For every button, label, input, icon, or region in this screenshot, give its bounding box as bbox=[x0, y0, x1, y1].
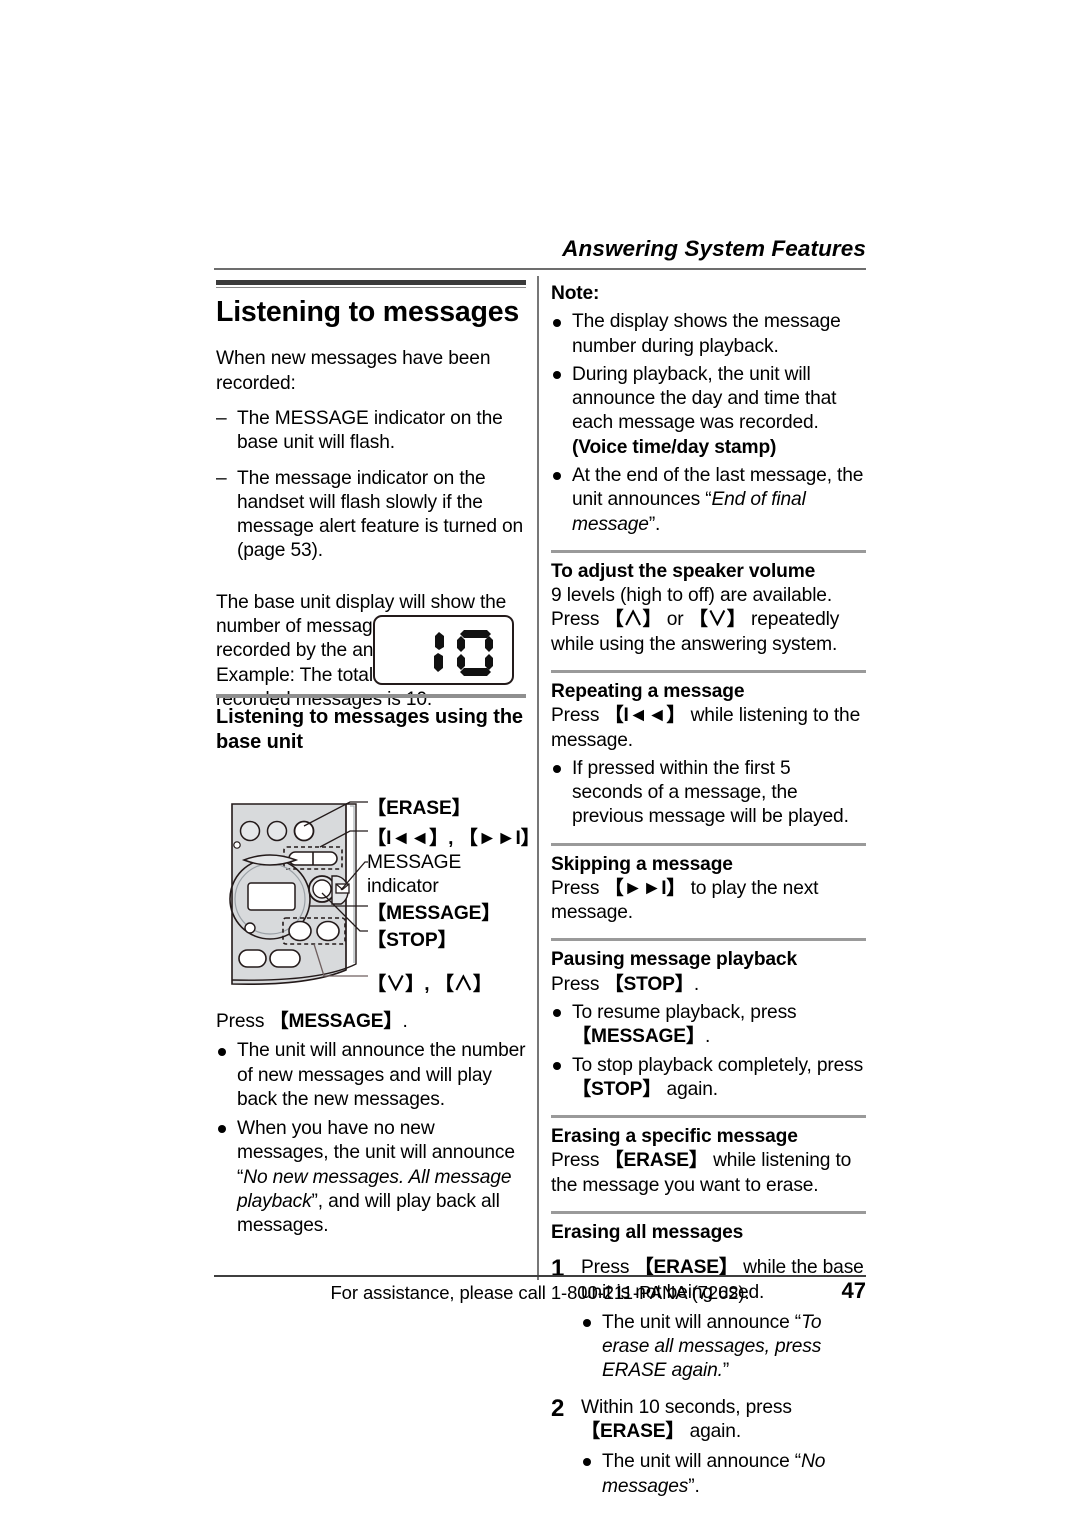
repeating-message-body: Press 【I◄◄】 while listening to the messa… bbox=[551, 705, 861, 751]
stop-keycap: 【STOP】 bbox=[604, 973, 694, 995]
pausing-playback-body: Press 【STOP】. bbox=[551, 973, 700, 995]
column-divider bbox=[537, 276, 539, 1280]
running-head: Answering System Features bbox=[562, 236, 866, 261]
bullet-list-item: The display shows the message number dur… bbox=[551, 310, 866, 359]
section-separator bbox=[551, 549, 866, 553]
subsection-block: Listening to messages using the base uni… bbox=[216, 694, 526, 755]
label-message-key: 【MESSAGE】 bbox=[367, 903, 501, 924]
bullet-list-item: During playback, the unit will announce … bbox=[551, 363, 866, 460]
forward-keycap: 【►►I】 bbox=[604, 877, 686, 899]
section-separator bbox=[551, 842, 866, 846]
press-message-instruction: Press 【MESSAGE】. bbox=[216, 1011, 408, 1032]
erase-keycap: 【ERASE】 bbox=[604, 1150, 708, 1172]
section-separator bbox=[551, 1211, 866, 1214]
intro-paragraph: When new messages have been recorded: bbox=[216, 348, 491, 394]
step-sub-bullet: The unit will announce “No messages”. bbox=[581, 1450, 866, 1499]
skipping-message-heading: Skipping a message bbox=[551, 853, 733, 875]
section-rule-thick bbox=[216, 280, 526, 285]
page-number: 47 bbox=[841, 1278, 866, 1303]
right-column: Note: The display shows the message numb… bbox=[551, 282, 866, 1499]
erase-keycap: 【ERASE】 bbox=[581, 1420, 685, 1442]
step-number: 2 bbox=[551, 1394, 565, 1422]
label-message-indicator-line1: MESSAGE bbox=[367, 852, 462, 873]
footer-rule bbox=[214, 1275, 866, 1277]
bullet-list-item: To stop playback completely, press 【STOP… bbox=[551, 1054, 866, 1103]
numbered-step: 2 Within 10 seconds, press 【ERASE】 again… bbox=[551, 1394, 866, 1499]
bullet-dot-icon bbox=[553, 1061, 561, 1070]
label-skip-keys: 【I◄◄】, 【►►I】 bbox=[367, 828, 540, 849]
page-title: Listening to messages bbox=[216, 296, 520, 328]
header-rule bbox=[214, 268, 866, 270]
section-rule-thin bbox=[216, 287, 526, 288]
bullet-dot-icon bbox=[553, 371, 561, 380]
en-dash-marker: – bbox=[216, 467, 227, 489]
bullet-list-item: The unit will announce the number of new… bbox=[216, 1039, 528, 1112]
label-volume-keys: 【∨】, 【∧】 bbox=[367, 974, 492, 995]
manual-page: Answering System Features Listening to m… bbox=[0, 0, 1080, 1528]
step-sub-bullet: The unit will announce “To erase all mes… bbox=[581, 1311, 866, 1384]
bullet-dot-icon bbox=[553, 318, 561, 327]
lcd-display-figure bbox=[373, 615, 514, 685]
note-heading: Note: bbox=[551, 283, 600, 304]
dash-list-item: – The MESSAGE indicator on the base unit … bbox=[216, 408, 503, 454]
erase-all-heading: Erasing all messages bbox=[551, 1222, 744, 1243]
bullet-list-item: To resume playback, press 【MESSAGE】. bbox=[551, 1001, 866, 1050]
dash-list-item: – The message indicator on the handset wi… bbox=[216, 467, 524, 562]
bullet-list-item: When you have no new messages, the unit … bbox=[216, 1117, 528, 1238]
bullet-dot-icon bbox=[218, 1047, 226, 1056]
bullet-dot-icon bbox=[553, 765, 561, 774]
erase-specific-body: Press 【ERASE】 while listening to the mes… bbox=[551, 1150, 852, 1196]
label-stop-key: 【STOP】 bbox=[367, 930, 457, 951]
skipping-message-body: Press 【►►I】 to play the next message. bbox=[551, 877, 819, 924]
bullet-dot-icon bbox=[553, 1009, 561, 1018]
bullet-dot-icon bbox=[583, 1458, 591, 1467]
bullet-list-item: At the end of the last message, the unit… bbox=[551, 464, 866, 537]
section-separator bbox=[551, 669, 866, 673]
speaker-volume-body: 9 levels (high to off) are available. Pr… bbox=[551, 585, 840, 655]
subsection-title: Listening to messages using the base uni… bbox=[216, 706, 523, 753]
repeating-message-heading: Repeating a message bbox=[551, 680, 745, 702]
bullet-dot-icon bbox=[218, 1125, 226, 1134]
bullet-list-item: If pressed within the first 5 seconds of… bbox=[551, 757, 866, 830]
seven-segment-digits-icon bbox=[434, 630, 493, 676]
label-message-indicator-line2: indicator bbox=[367, 876, 439, 897]
label-erase-key: 【ERASE】 bbox=[367, 798, 471, 819]
section-separator bbox=[551, 938, 866, 942]
erase-specific-heading: Erasing a specific message bbox=[551, 1126, 798, 1148]
volume-up-keycap: 【∧】 bbox=[604, 609, 662, 631]
message-keycap: 【MESSAGE】 bbox=[572, 1026, 705, 1048]
speaker-volume-heading: To adjust the speaker volume bbox=[551, 560, 816, 582]
pausing-playback-heading: Pausing message playback bbox=[551, 949, 797, 971]
subsection-rule bbox=[216, 694, 526, 698]
bullet-dot-icon bbox=[583, 1319, 591, 1328]
bullet-dot-icon bbox=[553, 472, 561, 481]
lcd-digit-value bbox=[430, 628, 496, 681]
stop-keycap: 【STOP】 bbox=[572, 1078, 662, 1100]
voice-stamp-term: (Voice time/day stamp) bbox=[572, 436, 777, 458]
message-keycap: 【MESSAGE】 bbox=[269, 1011, 403, 1032]
section-separator bbox=[551, 1115, 866, 1119]
volume-down-keycap: 【∨】 bbox=[688, 609, 746, 631]
rewind-keycap: 【I◄◄】 bbox=[604, 705, 686, 727]
lcd-bezel bbox=[373, 615, 514, 685]
en-dash-marker: – bbox=[216, 408, 227, 430]
left-column-lower: Press 【MESSAGE】. The unit will announce … bbox=[216, 1010, 528, 1239]
